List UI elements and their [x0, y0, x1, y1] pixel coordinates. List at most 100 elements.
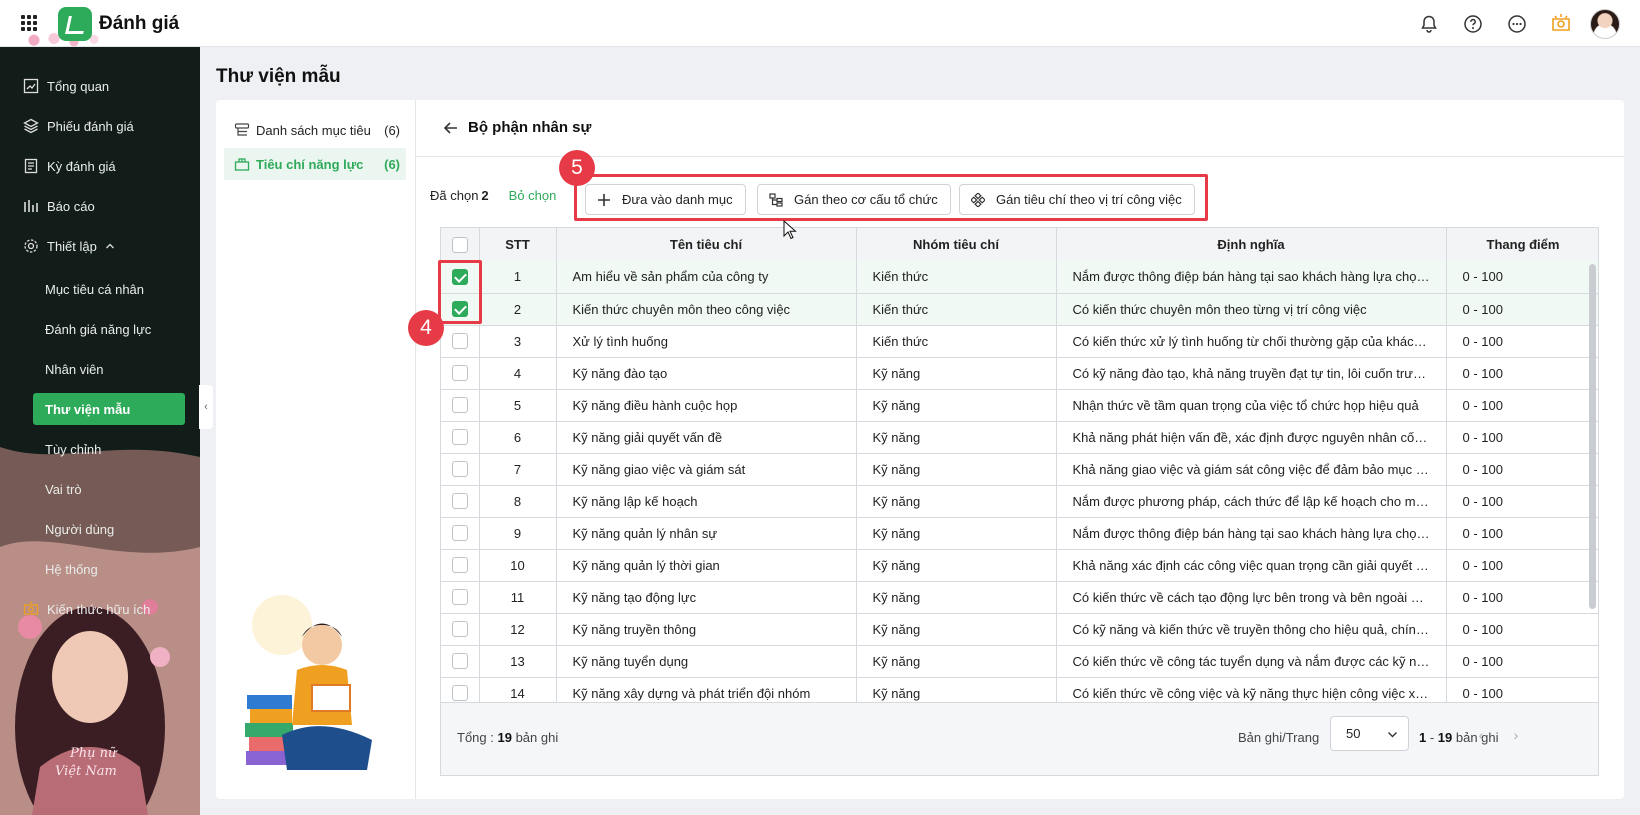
table-row[interactable]: 11 Kỹ năng tạo động lực Kỹ năng Có kiến thứ…: [441, 581, 1598, 614]
sidebar-subitem-system[interactable]: Hệ thống: [0, 553, 200, 585]
sidebar-subitem-customize[interactable]: Tùy chỉnh: [0, 433, 200, 465]
sidebar-item-label: Phiếu đánh giá: [47, 118, 134, 134]
table-row[interactable]: 6 Kỹ năng giải quyết vấn đề Kỹ năng Khả năn…: [441, 421, 1598, 454]
bell-icon[interactable]: [1414, 9, 1444, 39]
cell-criteria-group: Kỹ năng: [856, 549, 1057, 582]
row-checkbox[interactable]: [451, 589, 468, 606]
sidebar-subitem-label: Hệ thống: [45, 561, 98, 577]
cell-criteria-group: Kiến thức: [856, 293, 1057, 326]
nav-count: (6): [384, 122, 400, 138]
per-page-select[interactable]: 50: [1330, 716, 1409, 751]
cell-criteria-group: Kiến thức: [856, 325, 1057, 358]
cell-criteria-name: Kỹ năng giải quyết vấn đề: [556, 421, 857, 454]
selection-bar: Đã chọn 2 Bỏ chọn: [430, 180, 556, 210]
sidebar-item-settings[interactable]: Thiết lập: [0, 230, 200, 262]
select-all-checkbox[interactable]: [451, 236, 468, 253]
user-avatar[interactable]: [1590, 9, 1620, 39]
sidebar-item-reports[interactable]: Báo cáo: [0, 190, 200, 222]
row-select-cell: [441, 517, 480, 550]
table-row[interactable]: 4 Kỹ năng đào tạo Kỹ năng Có kỹ năng đào tạ…: [441, 357, 1598, 390]
lightbulb-icon[interactable]: [1546, 9, 1576, 39]
cell-stt: 10: [479, 549, 557, 582]
row-select-cell: [441, 645, 480, 678]
column-header[interactable]: Thang điểm: [1446, 228, 1598, 262]
row-checkbox[interactable]: [451, 365, 468, 382]
table-row[interactable]: 14 Kỹ năng xây dựng và phát triển đội nhó…: [441, 677, 1598, 702]
bar-chart-icon: [22, 197, 40, 215]
column-header[interactable]: Định nghĩa: [1056, 228, 1447, 262]
page-title: Thư viện mẫu: [216, 66, 341, 87]
sidebar-subitem-competency[interactable]: Đánh giá năng lực: [0, 313, 200, 345]
column-header[interactable]: STT: [479, 228, 557, 262]
deco-text-line1: Phụ nữ: [69, 746, 118, 761]
table-row[interactable]: 2 Kiến thức chuyên môn theo công việc Kiến…: [441, 293, 1598, 326]
table-row[interactable]: 5 Kỹ năng điều hành cuộc họp Kỹ năng Nhận t…: [441, 389, 1598, 422]
sidebar-subitem-personal-goals[interactable]: Mục tiêu cá nhân: [0, 273, 200, 305]
table-row[interactable]: 7 Kỹ năng giao việc và giám sát Kỹ năng Khả…: [441, 453, 1598, 486]
sidebar-item-knowledge[interactable]: Kiến thức hữu ích: [0, 593, 200, 625]
table-row[interactable]: 3 Xử lý tình huống Kiến thức Có kiến thức x…: [441, 325, 1598, 358]
cell-definition: Nắm được thông điệp bán hàng tại sao khá…: [1056, 261, 1447, 294]
sidebar-subitem-employees[interactable]: Nhân viên: [0, 353, 200, 385]
table-row[interactable]: 1 Am hiểu về sản phẩm của công ty Kiến thứ…: [441, 261, 1598, 294]
table-row[interactable]: 13 Kỹ năng tuyển dụng Kỹ năng Có kiến thức …: [441, 645, 1598, 678]
cell-definition: Nắm được thông điệp bán hàng tại sao khá…: [1056, 517, 1447, 550]
table-row[interactable]: 10 Kỹ năng quản lý thời gian Kỹ năng Khả nă…: [441, 549, 1598, 582]
sidebar-subitem-roles[interactable]: Vai trò: [0, 473, 200, 505]
nav-goal-list[interactable]: Danh sách mục tiêu (6): [224, 114, 406, 146]
next-page-button[interactable]: ›: [1506, 725, 1526, 745]
cell-criteria-group: Kỹ năng: [856, 357, 1057, 390]
row-checkbox[interactable]: [451, 461, 468, 478]
row-checkbox[interactable]: [451, 685, 468, 702]
row-checkbox[interactable]: [451, 621, 468, 638]
column-header[interactable]: Tên tiêu chí: [556, 228, 857, 262]
help-icon[interactable]: [1458, 9, 1488, 39]
row-checkbox[interactable]: [451, 525, 468, 542]
cell-criteria-name: Kỹ năng tuyển dụng: [556, 645, 857, 678]
sidebar-subitem-label: Tùy chỉnh: [45, 441, 102, 457]
cell-criteria-group: Kỹ năng: [856, 677, 1057, 702]
cell-scale: 0 - 100: [1446, 549, 1598, 582]
row-checkbox[interactable]: [451, 557, 468, 574]
row-checkbox[interactable]: [451, 493, 468, 510]
deselect-link[interactable]: Bỏ chọn: [509, 188, 557, 203]
collapse-sidebar-button[interactable]: ‹: [199, 385, 213, 429]
nav-competency-criteria[interactable]: Tiêu chí năng lực (6): [224, 148, 406, 180]
per-page-value: 50: [1346, 726, 1361, 741]
row-select-cell: [441, 389, 480, 422]
cell-criteria-group: Kiến thức: [856, 261, 1057, 294]
panel-title: Bộ phận nhân sự: [468, 119, 592, 136]
table-scrollbar[interactable]: [1589, 264, 1596, 609]
row-checkbox[interactable]: [451, 397, 468, 414]
table-body[interactable]: 1 Am hiểu về sản phẩm của công ty Kiến thứ…: [441, 261, 1598, 702]
top-bar: Đánh giá: [0, 0, 1640, 47]
nav-label: Tiêu chí năng lực: [256, 156, 364, 172]
chart-line-icon: [22, 77, 40, 95]
row-checkbox[interactable]: [451, 429, 468, 446]
table-row[interactable]: 12 Kỹ năng truyền thông Kỹ năng Có kỹ năng …: [441, 613, 1598, 646]
sidebar: Phụ nữ Việt Nam Tổng quan Phiếu đánh giá…: [0, 47, 200, 815]
sidebar-item-overview[interactable]: Tổng quan: [0, 70, 200, 102]
table-row[interactable]: 9 Kỹ năng quản lý nhân sự Kỹ năng Nắm được …: [441, 517, 1598, 550]
row-checkbox[interactable]: [451, 653, 468, 670]
sidebar-item-periods[interactable]: Kỳ đánh giá: [0, 150, 200, 182]
prev-page-button[interactable]: ‹: [1471, 725, 1491, 745]
sidebar-subitem-users[interactable]: Người dùng: [0, 513, 200, 545]
cell-stt: 6: [479, 421, 557, 454]
sidebar-item-forms[interactable]: Phiếu đánh giá: [0, 110, 200, 142]
table-row[interactable]: 8 Kỹ năng lập kế hoạch Kỹ năng Nắm được phư…: [441, 485, 1598, 518]
cell-stt: 13: [479, 645, 557, 678]
cell-stt: 4: [479, 357, 557, 390]
sidebar-subitem-template-library[interactable]: Thư viện mẫu: [33, 393, 185, 425]
cell-scale: 0 - 100: [1446, 325, 1598, 358]
back-arrow-icon[interactable]: [442, 119, 460, 137]
selected-count: 2: [481, 187, 489, 203]
column-header[interactable]: Nhóm tiêu chí: [856, 228, 1057, 262]
row-checkbox[interactable]: [451, 333, 468, 350]
sidebar-subitem-label: Người dùng: [45, 521, 115, 537]
cell-stt: 7: [479, 453, 557, 486]
cell-stt: 2: [479, 293, 557, 326]
app-logo[interactable]: [58, 7, 92, 41]
more-icon[interactable]: [1502, 9, 1532, 39]
cell-stt: 5: [479, 389, 557, 422]
